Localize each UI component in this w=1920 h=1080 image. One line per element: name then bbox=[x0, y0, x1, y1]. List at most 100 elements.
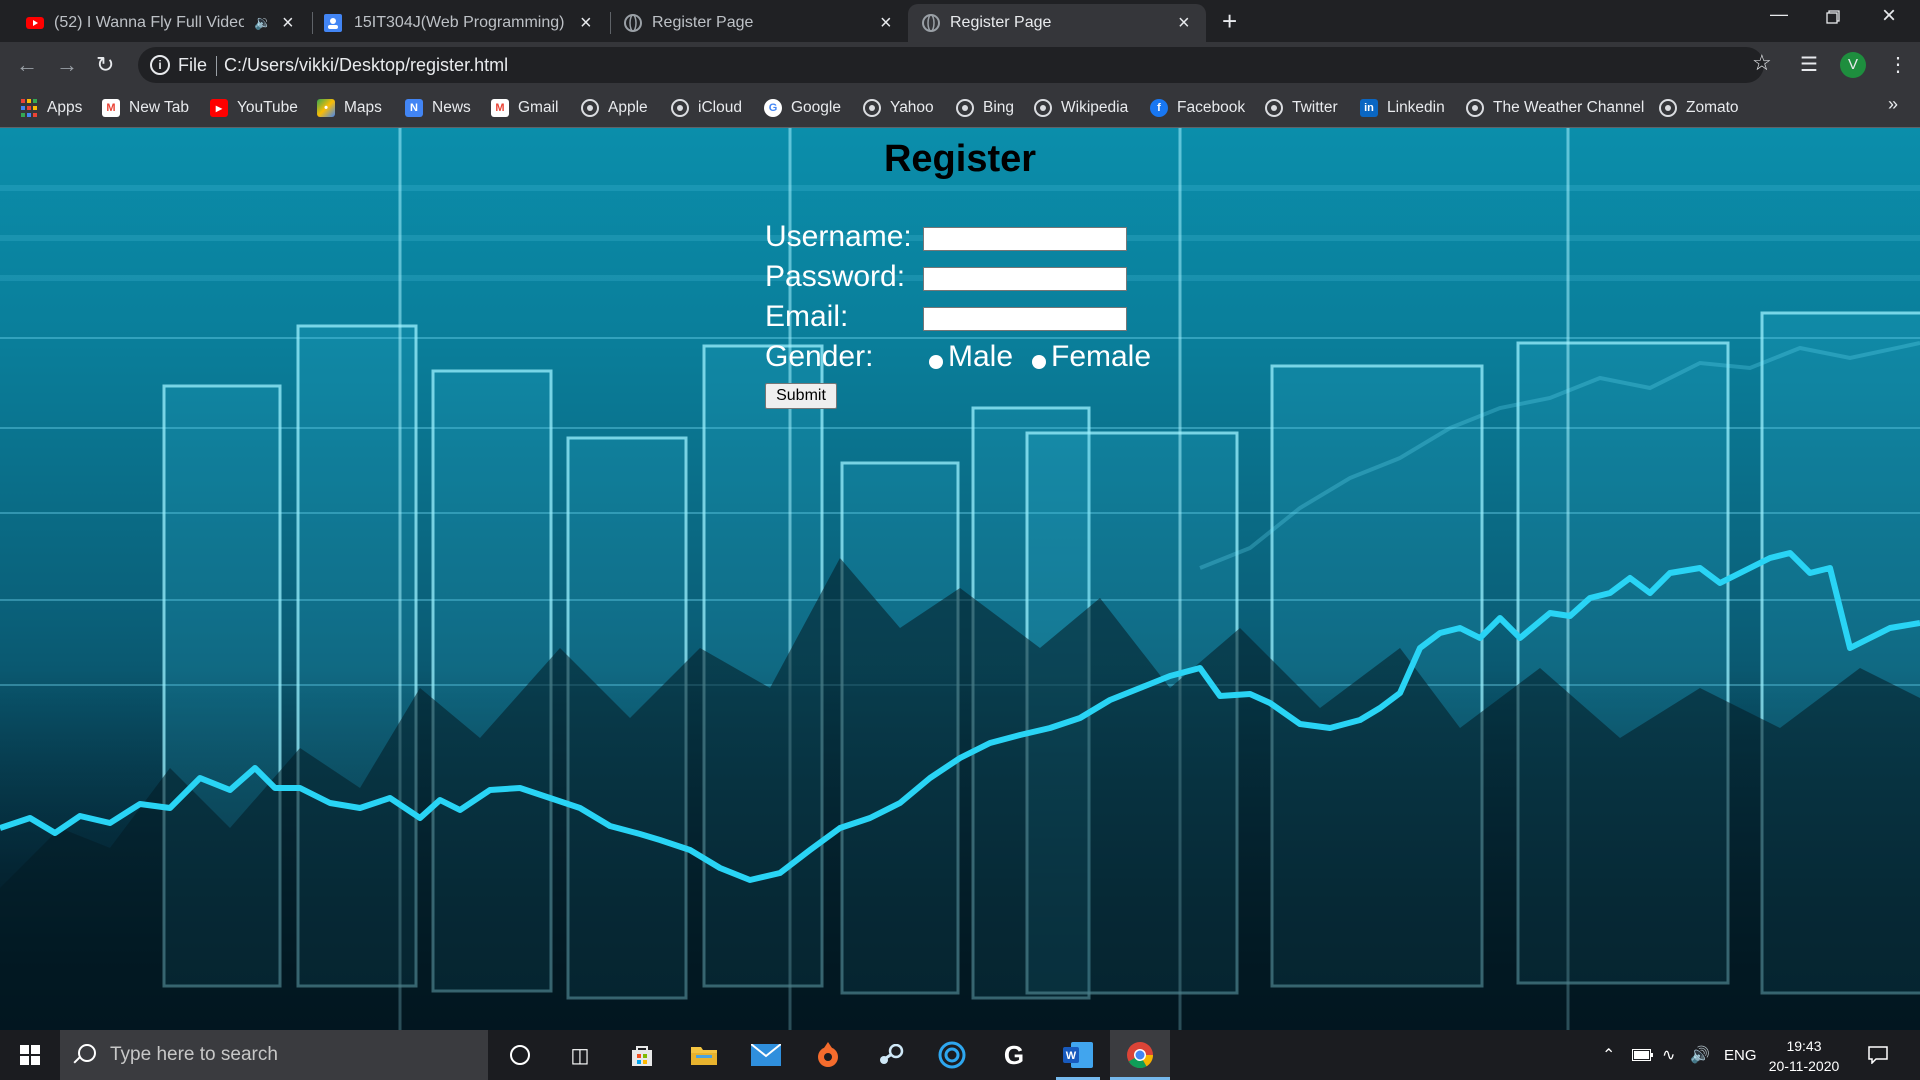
restore-icon[interactable] bbox=[1826, 8, 1840, 29]
close-tab-icon[interactable]: × bbox=[580, 12, 592, 35]
tab-title: Register Page bbox=[652, 14, 754, 31]
battery-icon[interactable] bbox=[1632, 1030, 1654, 1080]
email-label: Email: bbox=[765, 300, 849, 333]
menu-kebab-icon[interactable]: ⋮ bbox=[1888, 52, 1908, 77]
bookmark-bing[interactable]: Bing bbox=[956, 96, 1014, 120]
youtube-icon bbox=[26, 17, 44, 29]
clock-date: 20-11-2020 bbox=[1768, 1058, 1840, 1074]
uplay-icon[interactable] bbox=[928, 1030, 976, 1080]
bookmark-star-icon[interactable]: ☆ bbox=[1752, 50, 1772, 76]
new-tab-button[interactable]: + bbox=[1222, 6, 1237, 37]
address-bar[interactable]: i File C:/Users/vikki/Desktop/register.h… bbox=[138, 47, 1764, 83]
gmail-icon: M bbox=[102, 99, 120, 117]
bookmark-wikipedia[interactable]: Wikipedia bbox=[1034, 96, 1128, 120]
page-content: Register Username: Password: Email: Gend… bbox=[0, 128, 1920, 1030]
gender-female-radio[interactable] bbox=[1032, 355, 1046, 369]
taskbar-search[interactable]: Type here to search bbox=[60, 1030, 488, 1080]
youtube-icon: ▶ bbox=[210, 99, 228, 117]
globe-icon bbox=[1265, 99, 1283, 117]
mail-icon[interactable] bbox=[742, 1030, 790, 1080]
avatar[interactable]: V bbox=[1840, 52, 1866, 78]
browser-toolbar: ← → ↻ i File C:/Users/vikki/Desktop/regi… bbox=[0, 42, 1920, 88]
bookmark-news[interactable]: N News bbox=[405, 96, 471, 120]
bookmark-weather-channel[interactable]: The Weather Channel bbox=[1466, 96, 1644, 120]
globe-icon bbox=[1659, 99, 1677, 117]
volume-icon[interactable]: 🔊 bbox=[1690, 1030, 1710, 1080]
bookmarks-bar: Apps M New Tab ▶ YouTube • Maps N News M… bbox=[0, 88, 1920, 128]
bookmark-label: Gmail bbox=[518, 99, 559, 116]
bookmark-yahoo[interactable]: Yahoo bbox=[863, 96, 934, 120]
reload-icon[interactable]: ↻ bbox=[96, 52, 114, 78]
search-icon bbox=[78, 1044, 96, 1062]
windows-taskbar: Type here to search ◫ G W ⌃ ∿ 🔊 ENG 19:4… bbox=[0, 1030, 1920, 1080]
logitech-icon[interactable]: G bbox=[990, 1030, 1038, 1080]
password-field[interactable] bbox=[923, 267, 1127, 291]
classroom-icon bbox=[324, 14, 342, 32]
tab-register-page-active[interactable]: Register Page × bbox=[908, 4, 1206, 42]
chrome-icon[interactable] bbox=[1110, 1030, 1170, 1080]
bookmark-label: Wikipedia bbox=[1061, 99, 1129, 116]
start-button[interactable] bbox=[0, 1030, 60, 1080]
chevron-up-icon[interactable]: ⌃ bbox=[1602, 1030, 1615, 1080]
bookmark-label: Maps bbox=[344, 99, 382, 116]
tab-youtube[interactable]: (52) I Wanna Fly Full Video S 🔉 × bbox=[8, 4, 308, 42]
bookmark-label: Apple bbox=[608, 99, 648, 116]
close-tab-icon[interactable]: × bbox=[1178, 12, 1190, 35]
cortana-icon[interactable] bbox=[496, 1030, 544, 1080]
gender-male-radio[interactable] bbox=[929, 355, 943, 369]
email-field[interactable] bbox=[923, 307, 1127, 331]
steam-icon[interactable] bbox=[866, 1030, 914, 1080]
store-icon[interactable] bbox=[618, 1030, 666, 1080]
username-field[interactable] bbox=[923, 227, 1127, 251]
notifications-icon[interactable] bbox=[1868, 1030, 1888, 1080]
origin-icon[interactable] bbox=[804, 1030, 852, 1080]
clock-time: 19:43 bbox=[1786, 1038, 1822, 1054]
bookmark-zomato[interactable]: Zomato bbox=[1659, 96, 1739, 120]
info-icon[interactable]: i bbox=[150, 55, 170, 75]
globe-icon bbox=[956, 99, 974, 117]
bookmark-google[interactable]: G Google bbox=[764, 96, 841, 120]
word-icon[interactable]: W bbox=[1052, 1030, 1104, 1080]
back-arrow-icon[interactable]: ← bbox=[16, 52, 38, 78]
tab-web-programming[interactable]: 15IT304J(Web Programming) 2 P × bbox=[314, 4, 610, 42]
windows-logo-icon bbox=[20, 1045, 40, 1065]
language-indicator[interactable]: ENG bbox=[1724, 1030, 1757, 1080]
close-tab-icon[interactable]: × bbox=[282, 12, 294, 35]
bookmark-icloud[interactable]: iCloud bbox=[671, 96, 742, 120]
minimize-icon[interactable]: — bbox=[1770, 4, 1788, 25]
close-tab-icon[interactable]: × bbox=[880, 12, 892, 35]
task-view-icon[interactable]: ◫ bbox=[556, 1030, 604, 1080]
bookmark-label: Google bbox=[791, 99, 841, 116]
globe-icon bbox=[1034, 99, 1052, 117]
more-bookmarks-icon[interactable]: » bbox=[1888, 94, 1898, 115]
bookmark-maps[interactable]: • Maps bbox=[317, 96, 382, 120]
bookmark-twitter[interactable]: Twitter bbox=[1265, 96, 1338, 120]
forward-arrow-icon[interactable]: → bbox=[56, 52, 78, 78]
speaker-icon[interactable]: 🔉 bbox=[254, 14, 271, 31]
wifi-icon[interactable]: ∿ bbox=[1662, 1030, 1675, 1080]
submit-button[interactable]: Submit bbox=[765, 383, 837, 409]
file-explorer-icon[interactable] bbox=[680, 1030, 728, 1080]
media-queue-icon[interactable]: ☰ bbox=[1800, 52, 1818, 77]
facebook-icon: f bbox=[1150, 99, 1168, 117]
globe-icon bbox=[581, 99, 599, 117]
tab-register-page[interactable]: Register Page × bbox=[612, 4, 906, 42]
bookmark-label: Twitter bbox=[1292, 99, 1338, 116]
bookmark-youtube[interactable]: ▶ YouTube bbox=[210, 96, 298, 120]
bookmark-apps[interactable]: Apps bbox=[20, 96, 82, 120]
url-text[interactable]: C:/Users/vikki/Desktop/register.html bbox=[224, 55, 508, 76]
system-clock[interactable]: 19:43 20-11-2020 bbox=[1768, 1036, 1840, 1076]
tab-title: 15IT304J(Web Programming) 2 P bbox=[354, 14, 568, 31]
bookmark-new-tab[interactable]: M New Tab bbox=[102, 96, 189, 120]
url-divider bbox=[216, 56, 217, 76]
close-window-icon[interactable]: × bbox=[1882, 2, 1896, 30]
bookmark-linkedin[interactable]: in Linkedin bbox=[1360, 96, 1445, 120]
search-placeholder: Type here to search bbox=[110, 1044, 278, 1065]
tab-strip: (52) I Wanna Fly Full Video S 🔉 × 15IT30… bbox=[0, 0, 1920, 42]
bookmark-gmail[interactable]: M Gmail bbox=[491, 96, 558, 120]
url-scheme: File bbox=[178, 55, 208, 75]
bookmark-facebook[interactable]: f Facebook bbox=[1150, 96, 1245, 120]
bookmark-label: Apps bbox=[47, 99, 83, 116]
globe-icon bbox=[671, 99, 689, 117]
bookmark-apple[interactable]: Apple bbox=[581, 96, 648, 120]
